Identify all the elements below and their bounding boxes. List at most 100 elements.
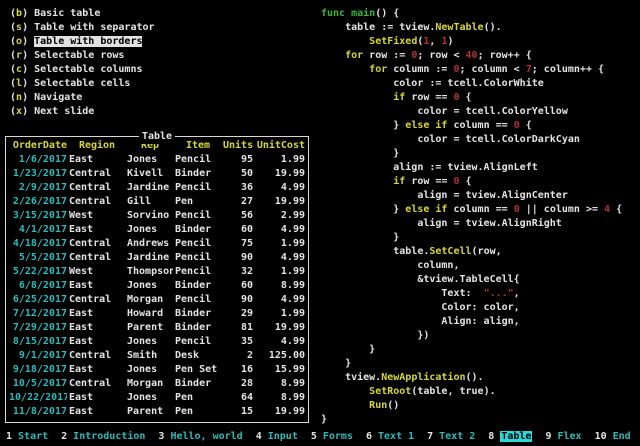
menu-item-o[interactable]: (o) Table with borders: [10, 35, 155, 49]
code-token: align := tview.AlignLeft: [321, 162, 538, 173]
slide-number: 2: [61, 431, 67, 442]
table-cell: Pencil: [175, 293, 221, 307]
table-cell: Andrews: [127, 237, 173, 251]
code-token: SetCell: [429, 246, 471, 257]
code-token: column ==: [447, 120, 513, 131]
code-token: for: [345, 50, 363, 61]
menu-item-label: Table with borders: [34, 36, 142, 47]
menu-item-label: Basic table: [34, 8, 100, 19]
slide-number: 7: [427, 431, 433, 442]
table-cell: Pencil: [175, 265, 221, 279]
statusbar-slide-5[interactable]: 5Forms: [311, 430, 353, 444]
table-cell: Central: [69, 349, 125, 363]
code-token: ; row <: [417, 50, 465, 61]
slide-number: 4: [256, 431, 262, 442]
table-cell: 4.99: [255, 293, 305, 307]
code-token: row ==: [405, 176, 453, 187]
statusbar-slide-6[interactable]: 6Text 1: [366, 430, 414, 444]
menu-item-s[interactable]: (s) Table with separator: [10, 21, 155, 35]
slide-label: Text 2: [439, 431, 475, 442]
table-cell: 8.99: [255, 377, 305, 391]
code-line: align = tview.AlignRight: [321, 217, 622, 231]
statusbar-slide-8[interactable]: 8Table: [488, 430, 532, 444]
statusbar-slide-1[interactable]: 1Start: [6, 430, 48, 444]
table-cell: 4/18/2017: [9, 237, 67, 251]
code-line: Text: "...",: [321, 287, 622, 301]
code-line: } else if column == 0 {: [321, 119, 622, 133]
code-line: color := tcell.ColorWhite: [321, 77, 622, 91]
code-token: }: [321, 232, 399, 243]
code-token: [321, 176, 393, 187]
table-cell: Howard: [127, 307, 173, 321]
table-cell: Morgan: [127, 293, 173, 307]
slide-statusbar: 1Start 2 Introduction 3Hello, world 4Input 5F…: [0, 428, 640, 446]
table-cell: 4.99: [255, 251, 305, 265]
slide-label: Flex: [557, 431, 581, 442]
code-token: ): [447, 36, 453, 47]
table-cell: 1/6/2017: [9, 153, 67, 167]
menu-item-label: Selectable cells: [34, 78, 130, 89]
table-cell: 2/26/2017: [9, 195, 67, 209]
table-cell: East: [69, 391, 125, 405]
table-row: 2/9/2017CentralJardinePencil364.99: [9, 181, 305, 195]
statusbar-slide-7[interactable]: 7 Text 2: [427, 430, 475, 444]
code-token: [321, 400, 369, 411]
code-token: || column >=: [520, 204, 604, 215]
table-cell: Binder: [175, 167, 221, 181]
code-token: }: [321, 204, 405, 215]
table-cell: East: [69, 279, 125, 293]
code-token: &tview.TableCell{: [321, 274, 520, 285]
slide-number: 9: [545, 431, 551, 442]
table-row: 4/18/2017CentralAndrewsPencil751.99: [9, 237, 305, 251]
table-cell: Central: [69, 251, 125, 265]
table-cell: 8.99: [255, 391, 305, 405]
code-line: color = tcell.ColorDarkCyan: [321, 133, 622, 147]
code-line: }: [321, 147, 622, 161]
table-cell: Desk: [175, 349, 221, 363]
menu-item-c[interactable]: (c) Selectable columns: [10, 63, 155, 77]
table-cell: 19.99: [255, 321, 305, 335]
table-header-cell: Units: [223, 139, 253, 153]
menu-item-n[interactable]: (n) Navigate: [10, 91, 155, 105]
table-cell: Pencil: [175, 209, 221, 223]
code-line: if row == 0 {: [321, 91, 622, 105]
table-cell: Jones: [127, 223, 173, 237]
table-header-cell: UnitCost: [255, 139, 305, 153]
terminal-screen: (b) Basic table(s) Table with separator(…: [0, 0, 640, 446]
statusbar-slide-10[interactable]: 10End: [595, 430, 631, 444]
table-cell: Central: [69, 377, 125, 391]
code-token: [321, 92, 393, 103]
table-row: 7/12/2017EastHowardBinder291.99: [9, 307, 305, 321]
menu-item-x[interactable]: (x) Next slide: [10, 105, 155, 119]
menu-item-r[interactable]: (r) Selectable rows: [10, 49, 155, 63]
table-cell: 19.99: [255, 167, 305, 181]
code-token: (table, true).: [411, 386, 495, 397]
code-token: ,: [429, 36, 441, 47]
table-cell: 7/12/2017: [9, 307, 67, 321]
menu-item-b[interactable]: (b) Basic table: [10, 7, 155, 21]
slide-label: Introduction: [73, 431, 145, 442]
code-token: column,: [321, 260, 459, 271]
statusbar-slide-9[interactable]: 9 Flex: [545, 430, 581, 444]
table-cell: Morgan: [127, 377, 173, 391]
statusbar-slide-3[interactable]: 3Hello, world: [158, 430, 242, 444]
table-row: 5/5/2017CentralJardinePencil904.99: [9, 251, 305, 265]
table-row: 1/23/2017CentralKivellBinder5019.99: [9, 167, 305, 181]
code-line: func main() {: [321, 7, 622, 21]
table-cell: 19.99: [255, 405, 305, 419]
code-line: tview.NewApplication().: [321, 371, 622, 385]
code-token: Text:: [321, 288, 484, 299]
table-cell: Central: [69, 293, 125, 307]
table-header-cell: Region: [69, 139, 125, 153]
table-cell: 27: [223, 195, 253, 209]
statusbar-slide-2[interactable]: 2 Introduction: [61, 430, 145, 444]
table-cell: 1.99: [255, 153, 305, 167]
menu-item-l[interactable]: (l) Selectable cells: [10, 77, 155, 91]
table-cell: 64: [223, 391, 253, 405]
table-cell: 9/18/2017: [9, 363, 67, 377]
code-token: NewTable: [435, 22, 483, 33]
code-token: (row,: [472, 246, 502, 257]
table-cell: Pencil: [175, 251, 221, 265]
statusbar-slide-4[interactable]: 4Input: [256, 430, 298, 444]
table-cell: 81: [223, 321, 253, 335]
